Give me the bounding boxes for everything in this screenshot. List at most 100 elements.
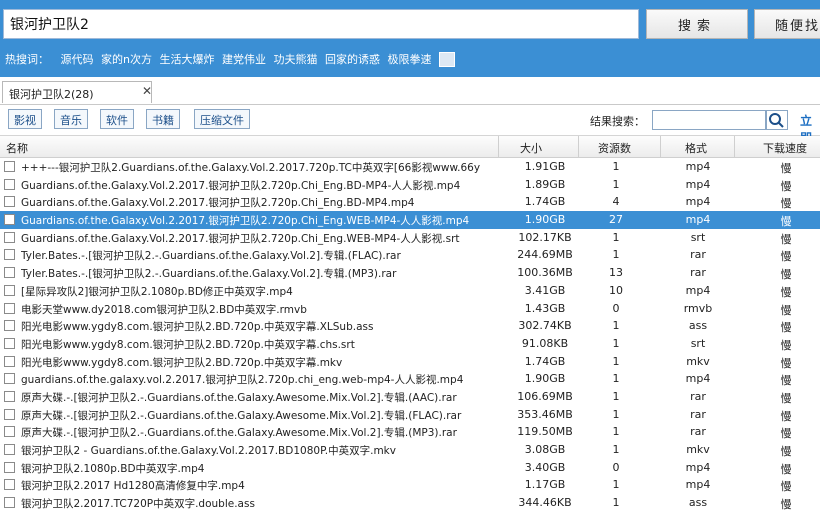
row-checkbox[interactable] [4, 497, 15, 509]
file-format: mp4 [685, 283, 711, 297]
tab-label: 银河护卫队2(28) [9, 88, 94, 101]
row-checkbox[interactable] [4, 267, 15, 279]
hot-keyword[interactable]: 功夫熊猫 [273, 53, 317, 66]
resource-count: 4 [612, 195, 620, 209]
download-speed: 慢 [780, 268, 792, 282]
row-checkbox[interactable] [4, 337, 15, 349]
download-speed: 慢 [780, 179, 792, 193]
download-speed: 慢 [780, 232, 792, 246]
table-row[interactable]: Tyler.Bates.-.[银河护卫队2.-.Guardians.of.the… [0, 264, 820, 282]
row-checkbox[interactable] [4, 444, 15, 455]
table-row[interactable]: Tyler.Bates.-.[银河护卫队2.-.Guardians.of.the… [0, 246, 820, 264]
close-icon[interactable]: ✕ [142, 84, 152, 98]
filter-archive-button[interactable]: 压缩文件 [194, 109, 250, 129]
resource-count: 1 [612, 177, 620, 191]
row-checkbox[interactable] [4, 373, 15, 385]
row-checkbox[interactable] [4, 196, 15, 208]
hot-keyword[interactable]: 源代码 [61, 53, 94, 66]
row-checkbox[interactable] [4, 479, 15, 491]
file-format: mp4 [685, 213, 711, 227]
row-checkbox[interactable] [4, 214, 15, 226]
file-name: guardians.of.the.galaxy.vol.2.2017.银河护卫队… [21, 374, 464, 387]
download-speed: 慢 [780, 480, 792, 494]
table-row[interactable]: +++---银河护卫队2.Guardians.of.the.Galaxy.Vol… [0, 158, 820, 176]
row-checkbox[interactable] [4, 284, 15, 296]
hot-keyword[interactable]: 家的n次方 [101, 53, 152, 66]
image-icon[interactable] [438, 51, 455, 67]
table-row[interactable]: 阳光电影www.ygdy8.com.银河护卫队2.BD.720p.中英双字幕.X… [0, 317, 820, 335]
resource-count: 1 [612, 372, 620, 386]
file-name: 阳光电影www.ygdy8.com.银河护卫队2.BD.720p.中英双字幕.c… [21, 338, 355, 351]
column-header-format[interactable]: 格式 [685, 140, 707, 156]
table-row[interactable]: 原声大碟.-.[银河护卫队2.-.Guardians.of.the.Galaxy… [0, 423, 820, 441]
resource-count: 1 [612, 160, 620, 173]
table-row[interactable]: 阳光电影www.ygdy8.com.银河护卫队2.BD.720p.中英双字幕.m… [0, 353, 820, 371]
resource-count: 1 [612, 354, 620, 368]
row-checkbox[interactable] [4, 249, 15, 261]
file-format: rar [690, 248, 706, 262]
column-divider[interactable] [660, 136, 661, 157]
row-checkbox[interactable] [4, 408, 15, 420]
filter-video-button[interactable]: 影视 [8, 109, 42, 129]
search-input[interactable] [3, 9, 639, 39]
row-checkbox[interactable] [4, 355, 15, 367]
table-row[interactable]: 阳光电影www.ygdy8.com.银河护卫队2.BD.720p.中英双字幕.c… [0, 335, 820, 353]
filter-music-button[interactable]: 音乐 [54, 109, 88, 129]
filter-books-button[interactable]: 书籍 [146, 109, 180, 129]
row-checkbox[interactable] [4, 390, 15, 402]
table-row[interactable]: 电影天堂www.dy2018.com银河护卫队2.BD中英双字.rmvb 1.43… [0, 300, 820, 318]
hot-keyword[interactable]: 建党伟业 [222, 53, 266, 66]
row-checkbox[interactable] [4, 426, 15, 438]
download-speed: 慢 [780, 303, 792, 317]
file-format: mp4 [685, 160, 711, 173]
column-header-speed[interactable]: 下载速度 [763, 140, 807, 156]
filter-software-button[interactable]: 软件 [100, 109, 134, 129]
row-checkbox[interactable] [4, 320, 15, 332]
search-button[interactable]: 搜索 [646, 9, 748, 39]
row-checkbox[interactable] [4, 161, 15, 172]
table-row[interactable]: 原声大碟.-.[银河护卫队2.-.Guardians.of.the.Galaxy… [0, 406, 820, 424]
row-checkbox[interactable] [4, 231, 15, 243]
hot-keyword[interactable]: 回家的诱惑 [325, 53, 380, 66]
file-name: Tyler.Bates.-.[银河护卫队2.-.Guardians.of.the… [21, 268, 397, 281]
result-search-input[interactable] [652, 110, 766, 130]
file-format: rar [690, 407, 706, 421]
row-checkbox[interactable] [4, 302, 15, 314]
row-checkbox[interactable] [4, 178, 15, 190]
table-row[interactable]: 银河护卫队2 - Guardians.of.the.Galaxy.Vol.2.2… [0, 441, 820, 459]
table-row[interactable]: Guardians.of.the.Galaxy.Vol.2.2017.银河护卫队… [0, 193, 820, 211]
column-header-name[interactable]: 名称 [6, 140, 28, 156]
column-divider[interactable] [578, 136, 579, 157]
result-search-button[interactable] [766, 110, 788, 130]
tab-results[interactable]: 银河护卫队2(28) ✕ [2, 81, 152, 103]
table-row[interactable]: [星际异攻队2]银河护卫队2.1080p.BD修正中英双字.mp4 3.41GB 1… [0, 282, 820, 300]
results-table-header: 名称 大小 资源数 格式 下载速度 [0, 136, 820, 158]
table-row[interactable]: 银河护卫队2.2017 Hd1280高清修复中字.mp4 1.17GB 1 mp4 慢 [0, 476, 820, 494]
column-divider[interactable] [734, 136, 735, 157]
hot-keyword[interactable]: 生活大爆炸 [159, 53, 214, 66]
tab-strip: 银河护卫队2(28) ✕ [0, 77, 820, 105]
table-row[interactable]: Guardians.of.the.Galaxy.Vol.2.2017.银河护卫队… [0, 176, 820, 194]
hot-keyword[interactable]: 极限拳速 [387, 53, 431, 66]
table-row[interactable]: Guardians.of.the.Galaxy.Vol.2.2017.银河护卫队… [0, 229, 820, 247]
result-search-label: 结果搜索： [590, 115, 645, 128]
table-row[interactable]: Guardians.of.the.Galaxy.Vol.2.2017.银河护卫队… [0, 211, 820, 229]
resource-count: 10 [609, 283, 623, 297]
random-search-button[interactable]: 随便找 [754, 9, 820, 39]
resource-count: 0 [612, 460, 620, 474]
download-speed: 慢 [780, 462, 792, 476]
hot-keywords: 热搜词： 源代码 家的n次方 生活大爆炸 建党伟业 功夫熊猫 回家的诱惑 极限拳… [5, 51, 459, 68]
table-row[interactable]: guardians.of.the.galaxy.vol.2.2017.银河护卫队… [0, 370, 820, 388]
file-name: 银河护卫队2.2017.TC720P中英双字.double.ass [21, 498, 255, 511]
column-header-size[interactable]: 大小 [520, 140, 542, 156]
row-checkbox[interactable] [4, 461, 15, 473]
table-row[interactable]: 银河护卫队2.1080p.BD中英双字.mp4 3.40GB 0 mp4 慢 [0, 459, 820, 477]
file-name: 原声大碟.-.[银河护卫队2.-.Guardians.of.the.Galaxy… [21, 427, 457, 440]
resource-count: 13 [609, 266, 623, 280]
download-speed: 慢 [780, 374, 792, 388]
column-header-count[interactable]: 资源数 [598, 140, 631, 156]
download-speed: 慢 [780, 197, 792, 211]
table-row[interactable]: 原声大碟.-.[银河护卫队2.-.Guardians.of.the.Galaxy… [0, 388, 820, 406]
table-row[interactable]: 银河护卫队2.2017.TC720P中英双字.double.ass 344.46K… [0, 494, 820, 512]
column-divider[interactable] [498, 136, 499, 157]
